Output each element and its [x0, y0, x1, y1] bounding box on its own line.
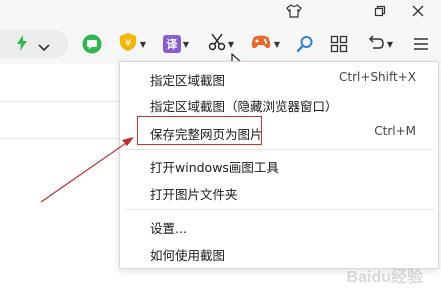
annotation-arrow: [40, 137, 134, 203]
watermark-logo: Baidu经验: [346, 269, 423, 286]
